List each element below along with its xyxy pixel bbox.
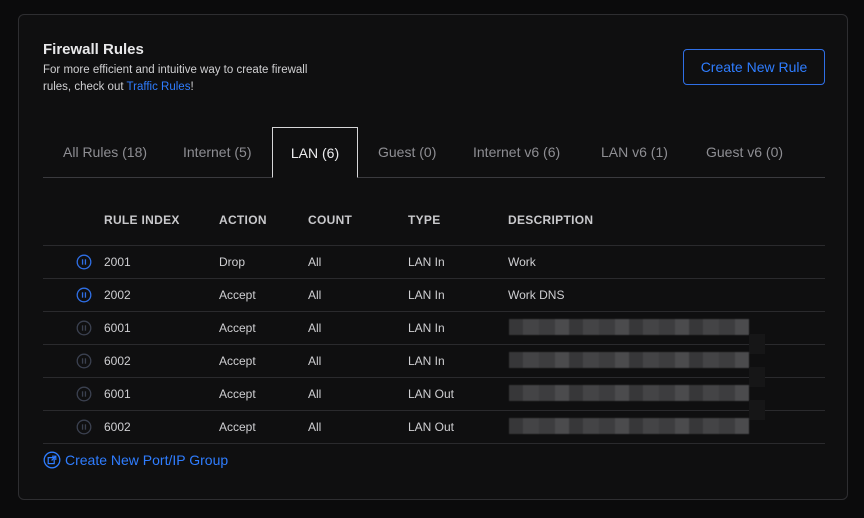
table-row[interactable]: 6002 Accept All LAN In <box>43 345 825 387</box>
column-header-rule-index[interactable]: RULE INDEX <box>104 205 180 235</box>
rule-count: All <box>308 420 322 434</box>
rules-table: RULE INDEX ACTION COUNT TYPE DESCRIPTION… <box>43 205 825 444</box>
external-link-icon <box>43 451 61 469</box>
redacted-description <box>509 418 749 434</box>
page-title: Firewall Rules <box>43 41 144 58</box>
rule-description: Work DNS <box>508 288 565 302</box>
rule-type: LAN In <box>408 255 445 269</box>
firewall-rules-panel: Firewall Rules For more efficient and in… <box>18 14 848 500</box>
rule-index: 2002 <box>104 288 131 302</box>
tab-lan[interactable]: LAN (6) <box>272 127 358 178</box>
table-row[interactable]: 6002 Accept All LAN Out <box>43 411 825 444</box>
redacted-description <box>509 319 749 335</box>
tab-internet-v6[interactable]: Internet v6 (6) <box>473 127 560 177</box>
pause-icon[interactable] <box>76 320 92 336</box>
rule-index: 6001 <box>104 387 131 401</box>
create-new-rule-button[interactable]: Create New Rule <box>683 49 825 85</box>
column-header-count[interactable]: COUNT <box>308 205 352 235</box>
pause-icon[interactable] <box>76 386 92 402</box>
pause-icon[interactable] <box>76 419 92 435</box>
rule-index: 6002 <box>104 354 131 368</box>
table-row[interactable]: 2001 Drop All LAN In Work <box>43 246 825 279</box>
rule-action: Accept <box>219 321 256 335</box>
rule-type: LAN In <box>408 321 445 335</box>
rule-count: All <box>308 255 322 269</box>
rule-index: 6002 <box>104 420 131 434</box>
pause-icon[interactable] <box>76 254 92 270</box>
tab-guest-v6[interactable]: Guest v6 (0) <box>706 127 783 177</box>
rule-type: LAN In <box>408 354 445 368</box>
rule-tabs: All Rules (18) Internet (5) LAN (6) Gues… <box>43 127 825 178</box>
rule-type: LAN Out <box>408 420 455 434</box>
page-subtitle: For more efficient and intuitive way to … <box>43 62 313 96</box>
rule-action: Accept <box>219 420 256 434</box>
rule-count: All <box>308 387 322 401</box>
rule-action: Accept <box>219 387 256 401</box>
tab-internet[interactable]: Internet (5) <box>183 127 251 177</box>
rule-index: 2001 <box>104 255 131 269</box>
redacted-description <box>509 385 749 401</box>
pause-icon[interactable] <box>76 353 92 369</box>
rule-type: LAN Out <box>408 387 455 401</box>
rule-index: 6001 <box>104 321 131 335</box>
table-row[interactable]: 6001 Accept All LAN In <box>43 312 825 354</box>
create-port-ip-group-link[interactable]: Create New Port/IP Group <box>43 451 228 471</box>
subtitle-end: ! <box>190 81 194 93</box>
create-port-ip-group-label: Create New Port/IP Group <box>65 452 229 468</box>
rule-count: All <box>308 288 322 302</box>
rule-action: Accept <box>219 354 256 368</box>
table-row[interactable]: 6001 Accept All LAN Out <box>43 378 825 420</box>
tab-guest[interactable]: Guest (0) <box>378 127 436 177</box>
column-header-type[interactable]: TYPE <box>408 205 441 235</box>
redacted-description <box>509 352 749 368</box>
traffic-rules-link[interactable]: Traffic Rules <box>127 81 191 93</box>
column-header-action[interactable]: ACTION <box>219 205 267 235</box>
rule-count: All <box>308 321 322 335</box>
rule-description: Work <box>508 255 536 269</box>
tab-lan-v6[interactable]: LAN v6 (1) <box>601 127 668 177</box>
rule-action: Accept <box>219 288 256 302</box>
rule-action: Drop <box>219 255 246 269</box>
column-header-description[interactable]: DESCRIPTION <box>508 205 593 235</box>
pause-icon[interactable] <box>76 287 92 303</box>
table-header-row: RULE INDEX ACTION COUNT TYPE DESCRIPTION <box>43 205 825 246</box>
table-row[interactable]: 2002 Accept All LAN In Work DNS <box>43 279 825 312</box>
rule-count: All <box>308 354 322 368</box>
tab-all-rules[interactable]: All Rules (18) <box>63 127 147 177</box>
rule-type: LAN In <box>408 288 445 302</box>
